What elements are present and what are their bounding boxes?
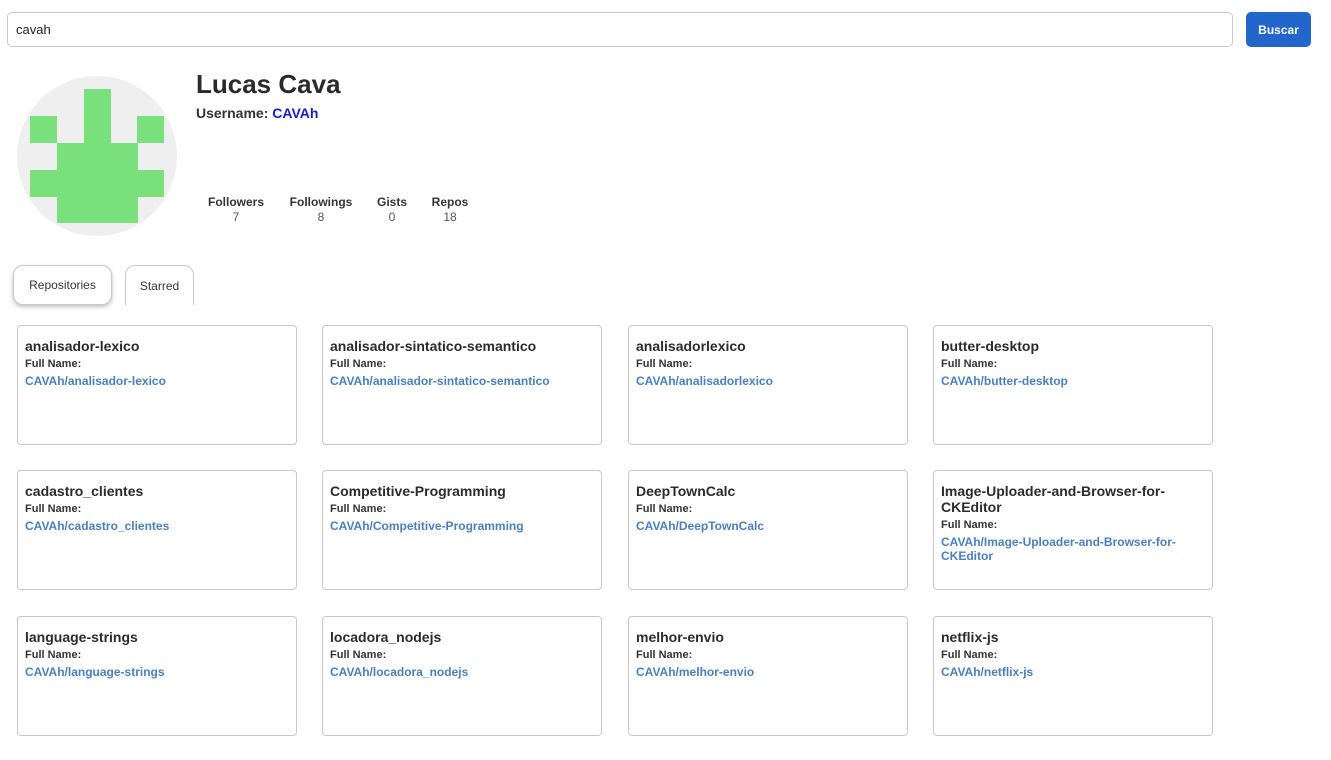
avatar-pattern-block bbox=[111, 143, 138, 223]
repo-full-name-link[interactable]: CAVAh/Competitive-Programming bbox=[330, 519, 594, 533]
repo-name: Competitive-Programming bbox=[330, 483, 506, 499]
full-name-label: Full Name: bbox=[25, 358, 82, 370]
repo-name: melhor-envio bbox=[636, 629, 724, 645]
tab-repositories[interactable]: Repositories bbox=[13, 265, 112, 305]
full-name-label: Full Name: bbox=[25, 649, 82, 661]
repo-name: analisador-lexico bbox=[25, 338, 140, 354]
repo-name: locadora_nodejs bbox=[330, 629, 442, 645]
repo-name: cadastro_clientes bbox=[25, 483, 144, 499]
stat-value: 8 bbox=[317, 210, 325, 224]
stat-value: 18 bbox=[443, 210, 457, 224]
full-name-label: Full Name: bbox=[941, 358, 998, 370]
repo-full-name-link[interactable]: CAVAh/butter-desktop bbox=[941, 374, 1205, 388]
repo-name: butter-desktop bbox=[941, 338, 1039, 354]
repo-card: butter-desktop Full Name: CAVAh/butter-d… bbox=[933, 325, 1213, 445]
tab-starred[interactable]: Starred bbox=[125, 265, 194, 305]
repo-name: Image-Uploader-and-Browser-for-CKEditor bbox=[941, 483, 1166, 515]
repo-card: cadastro_clientes Full Name: CAVAh/cadas… bbox=[17, 470, 297, 590]
repo-card: analisador-lexico Full Name: CAVAh/anali… bbox=[17, 325, 297, 445]
search-button[interactable]: Buscar bbox=[1246, 12, 1311, 47]
stat-label: Gists bbox=[376, 195, 407, 209]
repo-card: Competitive-Programming Full Name: CAVAh… bbox=[322, 470, 602, 590]
full-name-label: Full Name: bbox=[25, 503, 82, 515]
repo-card: analisadorlexico Full Name: CAVAh/analis… bbox=[628, 325, 908, 445]
stat-followers: Followers 7 bbox=[206, 195, 266, 224]
avatar-pattern-block bbox=[30, 170, 57, 197]
stat-label: Repos bbox=[431, 195, 469, 209]
avatar-pattern-block bbox=[84, 89, 111, 223]
username-label: Username: bbox=[196, 105, 269, 121]
repo-full-name-link[interactable]: CAVAh/analisador-lexico bbox=[25, 374, 289, 388]
stat-followings: Followings 8 bbox=[286, 195, 356, 224]
full-name-label: Full Name: bbox=[636, 503, 693, 515]
stat-value: 7 bbox=[232, 210, 240, 224]
repo-full-name-link[interactable]: CAVAh/melhor-envio bbox=[636, 665, 900, 679]
repo-card: melhor-envio Full Name: CAVAh/melhor-env… bbox=[628, 616, 908, 736]
avatar-pattern-block bbox=[137, 170, 164, 197]
repo-full-name-link[interactable]: CAVAh/locadora_nodejs bbox=[330, 665, 594, 679]
avatar-pattern-block bbox=[57, 143, 84, 223]
repo-full-name-link[interactable]: CAVAh/analisadorlexico bbox=[636, 374, 900, 388]
repo-full-name-link[interactable]: CAVAh/cadastro_clientes bbox=[25, 519, 289, 533]
stat-label: Followings bbox=[289, 195, 353, 209]
full-name-label: Full Name: bbox=[330, 649, 387, 661]
repo-full-name-link[interactable]: CAVAh/Image-Uploader-and-Browser-for-CKE… bbox=[941, 535, 1205, 563]
repo-full-name-link[interactable]: CAVAh/netflix-js bbox=[941, 665, 1205, 679]
full-name-label: Full Name: bbox=[330, 358, 387, 370]
full-name-label: Full Name: bbox=[636, 358, 693, 370]
repo-card: analisador-sintatico-semantico Full Name… bbox=[322, 325, 602, 445]
username-line: Username: CAVAh bbox=[196, 105, 318, 121]
stat-gists: Gists 0 bbox=[372, 195, 412, 224]
repo-name: DeepTownCalc bbox=[636, 483, 736, 499]
repo-name: analisadorlexico bbox=[636, 338, 746, 354]
stat-repos: Repos 18 bbox=[428, 195, 472, 224]
stat-label: Followers bbox=[207, 195, 264, 209]
repo-full-name-link[interactable]: CAVAh/language-strings bbox=[25, 665, 289, 679]
full-name-label: Full Name: bbox=[330, 503, 387, 515]
repo-card: locadora_nodejs Full Name: CAVAh/locador… bbox=[322, 616, 602, 736]
profile-name: Lucas Cava bbox=[196, 69, 341, 99]
repo-name: netflix-js bbox=[941, 629, 999, 645]
search-input[interactable] bbox=[7, 12, 1233, 47]
full-name-label: Full Name: bbox=[941, 519, 998, 531]
full-name-label: Full Name: bbox=[941, 649, 998, 661]
avatar bbox=[17, 76, 177, 236]
repo-card: netflix-js Full Name: CAVAh/netflix-js bbox=[933, 616, 1213, 736]
repo-name: analisador-sintatico-semantico bbox=[330, 338, 537, 354]
stat-value: 0 bbox=[388, 210, 396, 224]
full-name-label: Full Name: bbox=[636, 649, 693, 661]
avatar-pattern-block bbox=[137, 116, 164, 143]
repo-card: Image-Uploader-and-Browser-for-CKEditor … bbox=[933, 470, 1213, 590]
avatar-pattern-block bbox=[30, 116, 57, 143]
repo-full-name-link[interactable]: CAVAh/DeepTownCalc bbox=[636, 519, 900, 533]
repo-card: language-strings Full Name: CAVAh/langua… bbox=[17, 616, 297, 736]
repo-name: language-strings bbox=[25, 629, 138, 645]
username-link[interactable]: CAVAh bbox=[272, 105, 318, 121]
repo-full-name-link[interactable]: CAVAh/analisador-sintatico-semantico bbox=[330, 374, 594, 388]
repo-card: DeepTownCalc Full Name: CAVAh/DeepTownCa… bbox=[628, 470, 908, 590]
